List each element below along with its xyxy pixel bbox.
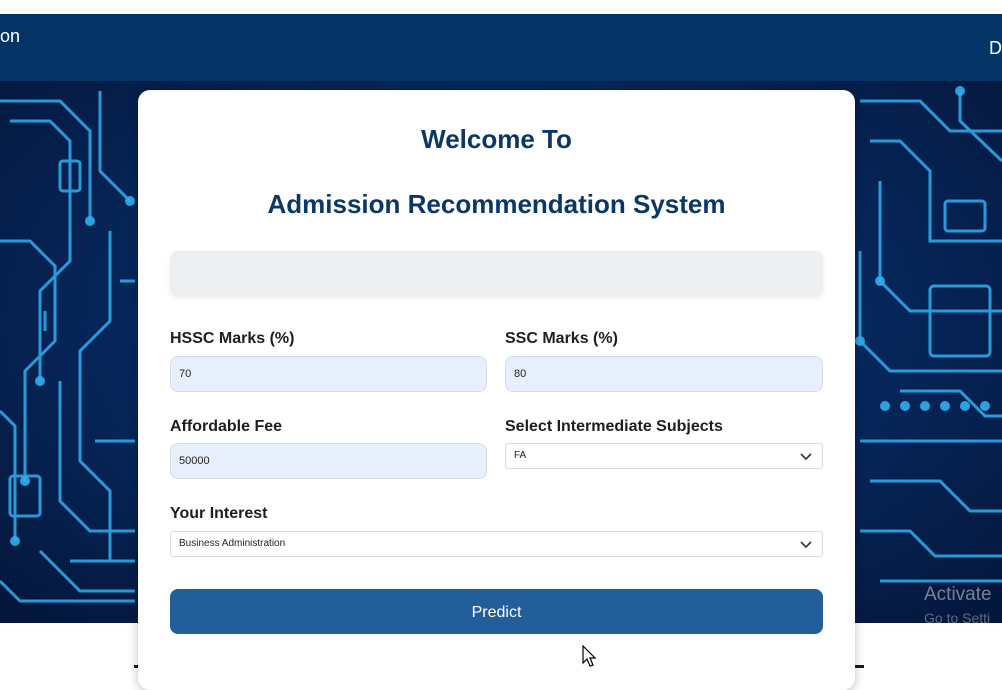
- system-title: Admission Recommendation System: [267, 189, 726, 219]
- activate-watermark: Activate: [924, 584, 992, 605]
- settings-watermark: Go to Setti: [924, 610, 991, 626]
- form-card: Welcome To Admission Recommendation Syst…: [138, 90, 855, 690]
- nav-brand-text[interactable]: on: [0, 26, 20, 47]
- interest-select[interactable]: Business Administration: [170, 531, 823, 557]
- chevron-down-icon: [800, 541, 812, 549]
- subjects-label: Select Intermediate Subjects: [505, 418, 723, 435]
- chevron-down-icon: [800, 453, 812, 461]
- hssc-marks-input[interactable]: 70: [170, 356, 487, 392]
- predict-button[interactable]: Predict: [170, 589, 823, 634]
- welcome-title: Welcome To: [421, 124, 572, 154]
- ssc-label: SSC Marks (%): [505, 330, 618, 347]
- fee-label: Affordable Fee: [170, 418, 283, 435]
- affordable-fee-input[interactable]: 50000: [170, 443, 487, 479]
- ssc-marks-input[interactable]: 80: [505, 356, 823, 392]
- top-navbar: on D: [0, 14, 1002, 81]
- result-banner: [170, 251, 823, 296]
- subjects-selected-value: FA: [514, 450, 527, 461]
- nav-right-text[interactable]: D: [989, 38, 1002, 59]
- hssc-label: HSSC Marks (%): [170, 330, 295, 347]
- interest-label: Your Interest: [170, 505, 268, 522]
- top-strip: [0, 0, 1002, 14]
- mouse-cursor-icon: [582, 645, 597, 667]
- intermediate-subjects-select[interactable]: FA: [505, 443, 823, 469]
- interest-selected-value: Business Administration: [179, 538, 286, 549]
